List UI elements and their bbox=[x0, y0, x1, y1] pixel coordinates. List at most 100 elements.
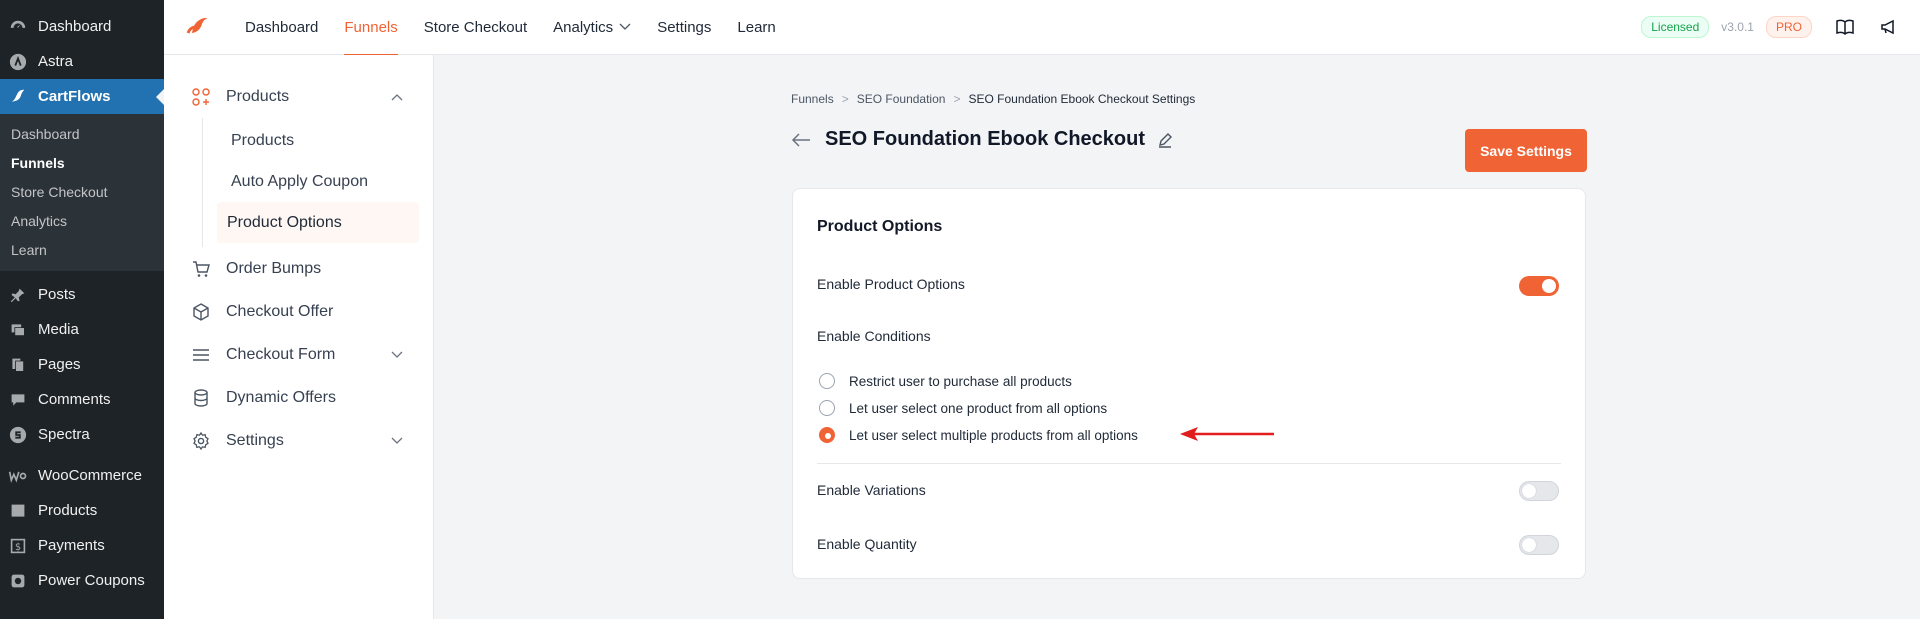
radio-label: Let user select multiple products from a… bbox=[849, 427, 1138, 443]
wp-menu-label: WooCommerce bbox=[38, 467, 142, 484]
cartflows-header: Dashboard Funnels Store Checkout Analyti… bbox=[164, 0, 1920, 55]
chevron-up-icon bbox=[391, 93, 403, 100]
wp-menu-payments[interactable]: $ Payments bbox=[0, 528, 164, 563]
enable-product-options-toggle[interactable] bbox=[1519, 276, 1559, 296]
settings-nav-checkout-form[interactable]: Checkout Form bbox=[164, 333, 433, 376]
wp-submenu-store-checkout[interactable]: Store Checkout bbox=[0, 178, 164, 207]
cartflows-submenu: Dashboard Funnels Store Checkout Analyti… bbox=[0, 114, 164, 271]
wp-submenu-analytics[interactable]: Analytics bbox=[0, 207, 164, 236]
save-settings-button[interactable]: Save Settings bbox=[1465, 129, 1587, 172]
edit-pencil-icon[interactable] bbox=[1157, 132, 1173, 148]
products-grid-icon bbox=[192, 87, 210, 106]
settings-nav-label: Products bbox=[226, 87, 290, 105]
wp-menu-pages[interactable]: Pages bbox=[0, 347, 164, 382]
wp-menu-astra[interactable]: Astra bbox=[0, 44, 164, 79]
enable-quantity-toggle[interactable] bbox=[1519, 535, 1559, 555]
spectra-icon bbox=[8, 425, 28, 445]
settings-nav-settings[interactable]: Settings bbox=[164, 419, 433, 462]
cartflows-logo[interactable] bbox=[184, 13, 212, 41]
wp-submenu-dashboard[interactable]: Dashboard bbox=[0, 120, 164, 149]
wp-menu-label: Spectra bbox=[38, 426, 90, 443]
wp-admin-sidebar: Dashboard Astra CartFlows Dashboard Funn… bbox=[0, 0, 164, 619]
wp-menu-label: Payments bbox=[38, 537, 105, 554]
database-icon bbox=[194, 388, 208, 407]
settings-nav-label: Dynamic Offers bbox=[226, 388, 336, 406]
enable-quantity-label: Enable Quantity bbox=[817, 536, 917, 552]
top-nav-dashboard[interactable]: Dashboard bbox=[232, 0, 331, 55]
annotation-arrow-icon bbox=[1180, 427, 1274, 441]
page-title: SEO Foundation Ebook Checkout bbox=[825, 128, 1145, 150]
wp-menu-comments[interactable]: Comments bbox=[0, 382, 164, 417]
wp-menu-label: Astra bbox=[38, 53, 74, 70]
wp-menu-label: CartFlows bbox=[38, 88, 111, 105]
wp-submenu-learn[interactable]: Learn bbox=[0, 236, 164, 265]
radio-button[interactable] bbox=[819, 400, 835, 416]
chevron-down-icon bbox=[391, 351, 403, 358]
astra-icon bbox=[8, 52, 28, 72]
divider bbox=[817, 463, 1561, 464]
breadcrumb-funnels[interactable]: Funnels bbox=[791, 92, 834, 106]
enable-variations-toggle[interactable] bbox=[1519, 481, 1559, 501]
svg-text:$: $ bbox=[15, 542, 21, 553]
version-label: v3.0.1 bbox=[1721, 20, 1754, 34]
menu-lines-icon bbox=[193, 348, 209, 361]
wp-menu-cartflows[interactable]: CartFlows bbox=[0, 79, 164, 114]
enable-product-options-label: Enable Product Options bbox=[817, 276, 965, 292]
settings-subnav-product-options[interactable]: Product Options bbox=[217, 202, 419, 243]
cart-icon bbox=[193, 260, 210, 277]
wp-menu-power-coupons[interactable]: Power Coupons bbox=[0, 563, 164, 598]
comments-icon bbox=[8, 390, 28, 410]
breadcrumb-separator: > bbox=[953, 92, 961, 106]
pro-badge: PRO bbox=[1765, 16, 1812, 38]
checkout-settings-nav: Products Products Auto Apply Coupon Prod… bbox=[164, 55, 434, 619]
settings-nav-label: Checkout Offer bbox=[226, 302, 334, 320]
enable-conditions-label: Enable Conditions bbox=[817, 328, 931, 344]
top-nav-learn[interactable]: Learn bbox=[724, 0, 788, 55]
wp-menu-dashboard[interactable]: Dashboard bbox=[0, 9, 164, 44]
toggle-knob bbox=[1522, 538, 1536, 552]
top-nav: Dashboard Funnels Store Checkout Analyti… bbox=[232, 0, 789, 55]
top-nav-settings[interactable]: Settings bbox=[644, 0, 724, 55]
wp-menu-spectra[interactable]: Spectra bbox=[0, 417, 164, 452]
wp-menu-label: Posts bbox=[38, 286, 76, 303]
settings-nav-dynamic-offers[interactable]: Dynamic Offers bbox=[164, 376, 433, 419]
radio-label: Let user select one product from all opt… bbox=[849, 400, 1108, 416]
toggle-knob bbox=[1542, 279, 1556, 293]
settings-nav-label: Settings bbox=[226, 431, 284, 449]
settings-nav-products[interactable]: Products bbox=[164, 75, 433, 118]
wp-menu-posts[interactable]: Posts bbox=[0, 277, 164, 312]
top-nav-funnels[interactable]: Funnels bbox=[331, 0, 410, 55]
coupons-icon bbox=[8, 571, 28, 591]
wp-menu-label: Dashboard bbox=[38, 18, 112, 35]
radio-label: Restrict user to purchase all products bbox=[849, 373, 1072, 389]
settings-subnav-auto-apply-coupon[interactable]: Auto Apply Coupon bbox=[217, 161, 419, 202]
wp-menu-woocommerce[interactable]: WooCommerce bbox=[0, 458, 164, 493]
condition-option-select-multiple[interactable]: Let user select multiple products from a… bbox=[819, 427, 1138, 443]
book-icon[interactable] bbox=[1834, 16, 1856, 38]
back-arrow-icon[interactable] bbox=[791, 132, 811, 148]
wp-menu-products[interactable]: Products bbox=[0, 493, 164, 528]
woocommerce-icon bbox=[8, 466, 28, 486]
radio-button[interactable] bbox=[819, 373, 835, 389]
settings-nav-checkout-offer[interactable]: Checkout Offer bbox=[164, 290, 433, 333]
breadcrumb-seo-foundation[interactable]: SEO Foundation bbox=[857, 92, 946, 106]
wp-submenu-funnels[interactable]: Funnels bbox=[0, 149, 164, 178]
pin-icon bbox=[8, 285, 28, 305]
settings-subnav-products[interactable]: Products bbox=[217, 120, 419, 161]
condition-option-select-one[interactable]: Let user select one product from all opt… bbox=[819, 400, 1107, 416]
enable-variations-label: Enable Variations bbox=[817, 482, 926, 498]
top-nav-analytics-label: Analytics bbox=[553, 18, 614, 36]
top-nav-store-checkout[interactable]: Store Checkout bbox=[411, 0, 540, 55]
settings-nav-label: Checkout Form bbox=[226, 345, 336, 363]
top-nav-analytics[interactable]: Analytics bbox=[540, 0, 644, 55]
condition-option-restrict-all[interactable]: Restrict user to purchase all products bbox=[819, 373, 1072, 389]
wp-menu-label: Comments bbox=[38, 391, 111, 408]
payments-icon: $ bbox=[8, 536, 28, 556]
wp-menu-media[interactable]: Media bbox=[0, 312, 164, 347]
radio-button-checked[interactable] bbox=[819, 427, 835, 443]
settings-nav-order-bumps[interactable]: Order Bumps bbox=[164, 247, 433, 290]
megaphone-icon[interactable] bbox=[1878, 16, 1900, 38]
gear-icon bbox=[193, 431, 209, 450]
products-icon bbox=[8, 501, 28, 521]
dashboard-icon bbox=[8, 17, 28, 37]
